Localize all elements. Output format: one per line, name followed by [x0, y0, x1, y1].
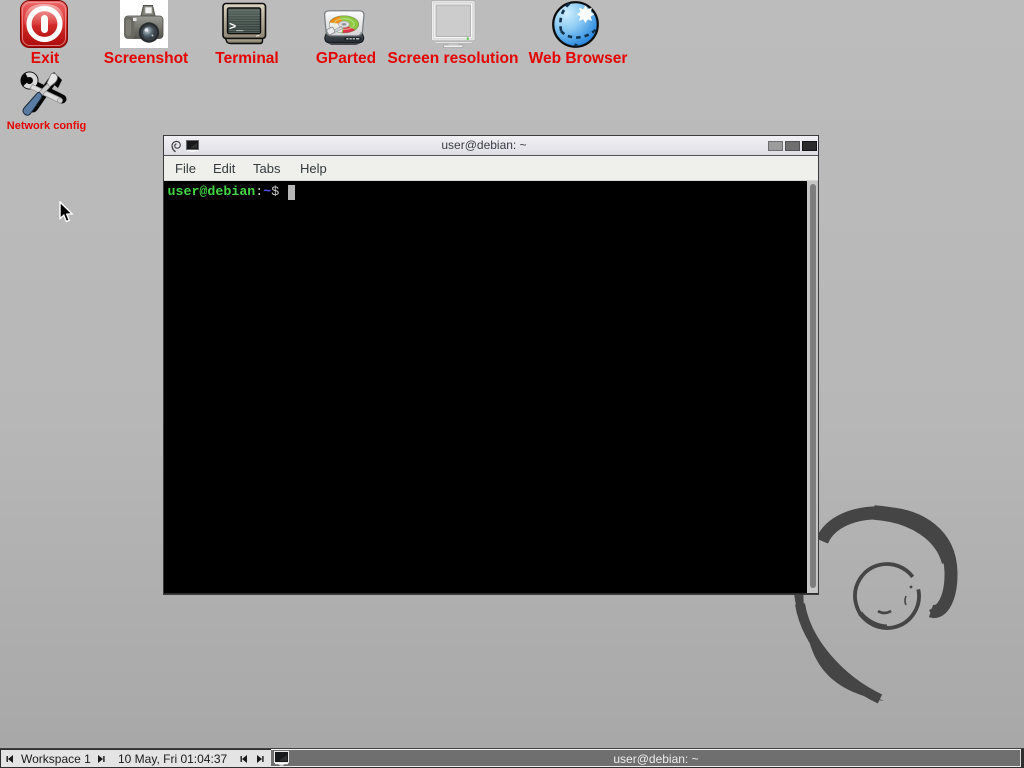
- svg-text:>_: >_: [229, 20, 244, 34]
